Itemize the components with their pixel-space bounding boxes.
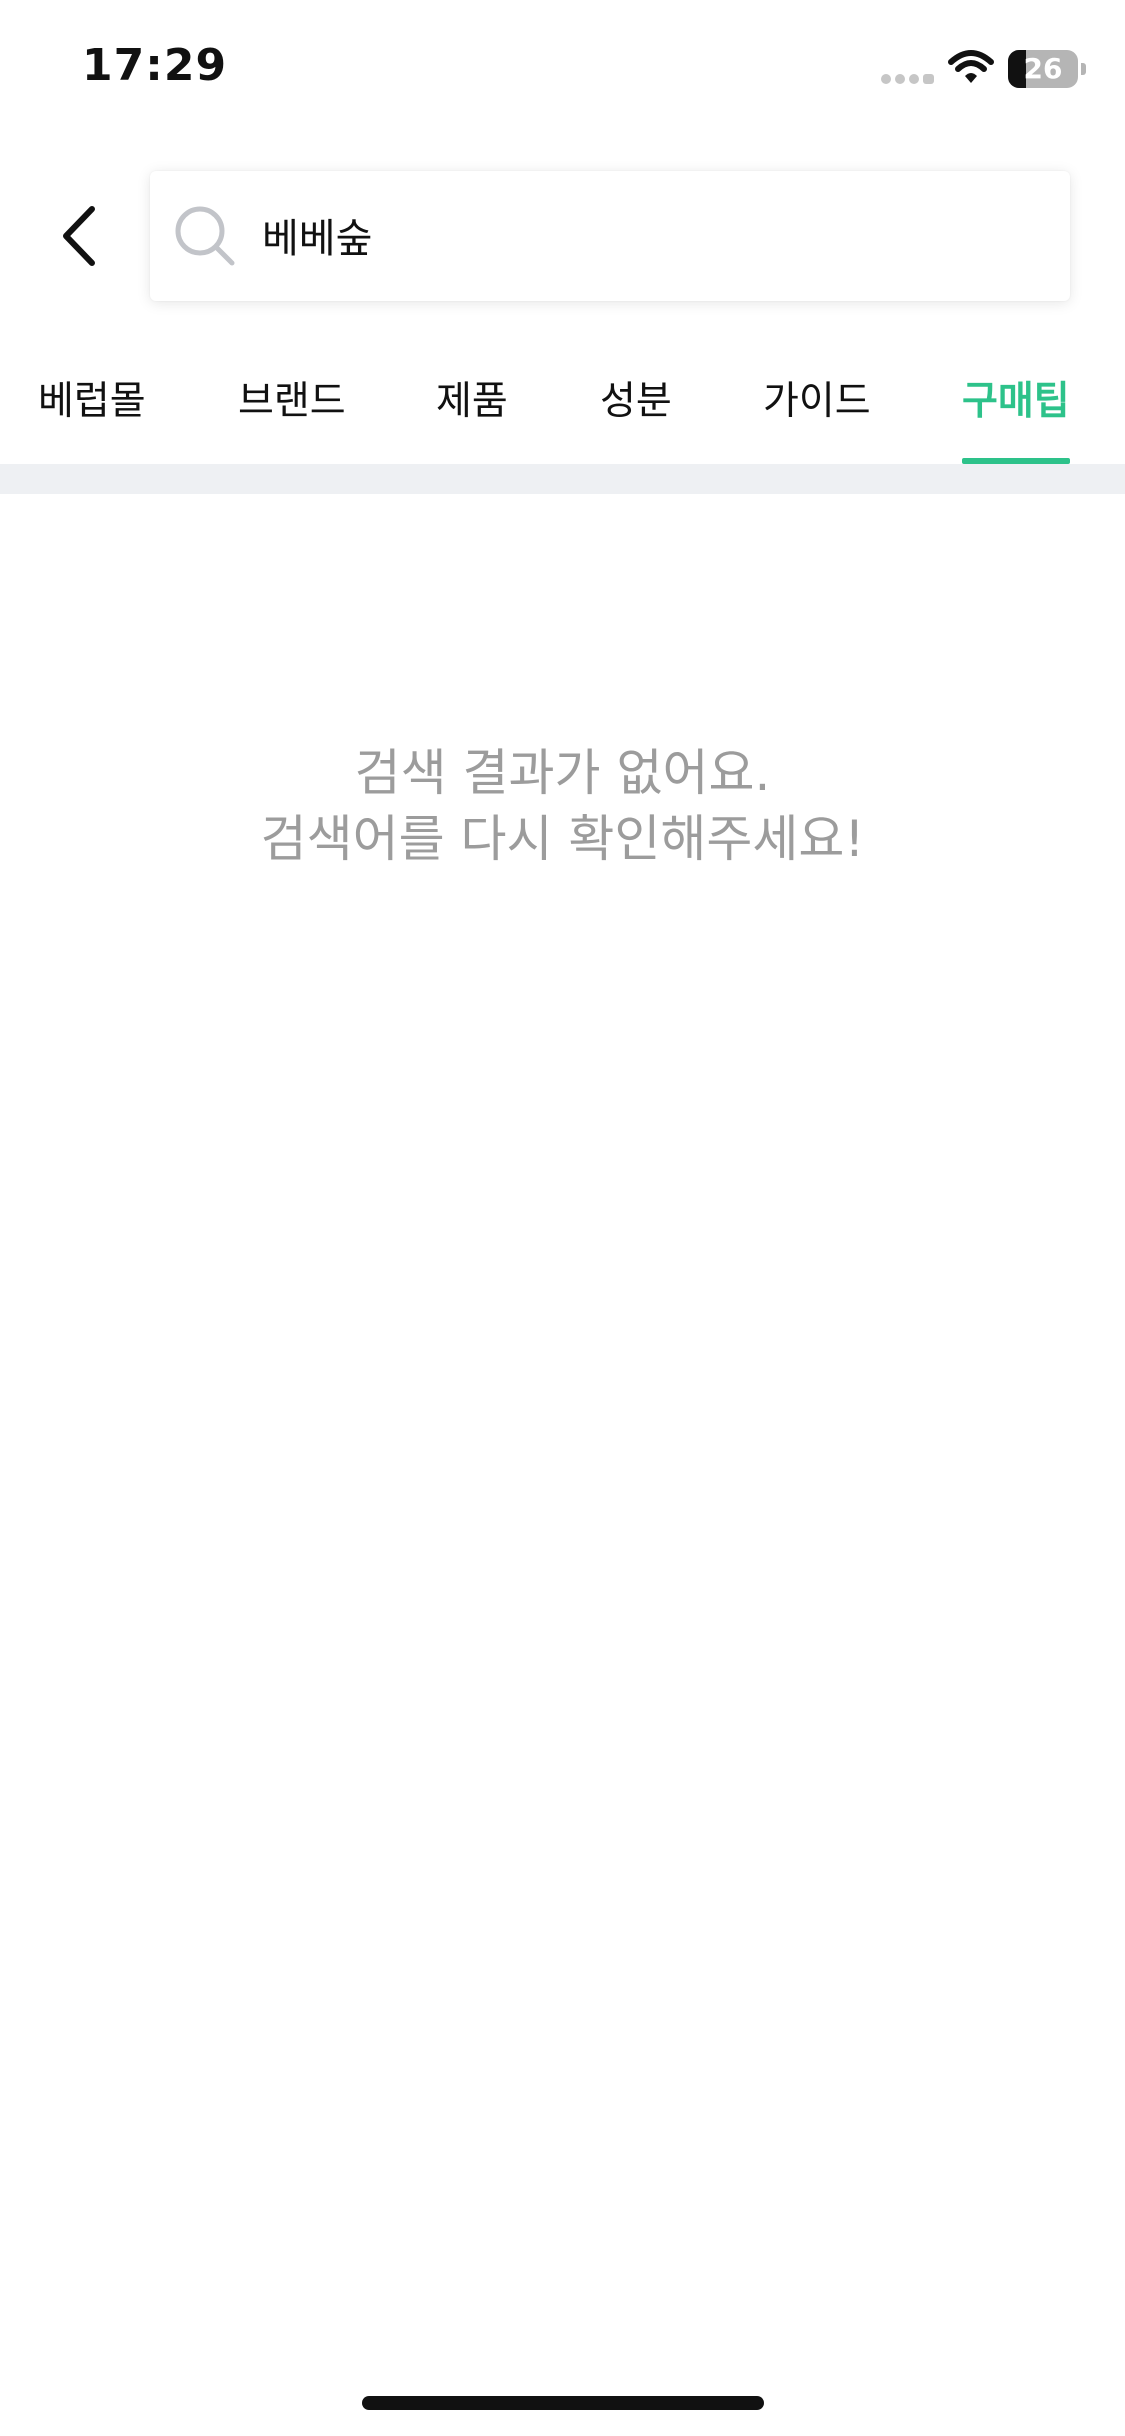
signal-icon: [881, 74, 934, 84]
empty-state-line-1: 검색 결과가 없어요.: [354, 744, 771, 802]
tab-bar: 베럽몰 브랜드 제품 성분 가이드 구매팁: [0, 360, 1125, 464]
battery-level: 26: [1023, 52, 1063, 85]
tab-berupmall[interactable]: 베럽몰: [38, 360, 146, 464]
empty-state-message: 검색 결과가 없어요. 검색어를 다시 확인해주세요!: [0, 740, 1125, 872]
empty-state-line-2: 검색어를 다시 확인해주세요!: [260, 810, 865, 868]
divider: [0, 464, 1125, 494]
tab-purchase-tip[interactable]: 구매팁: [962, 360, 1070, 464]
tab-brand[interactable]: 브랜드: [238, 360, 346, 464]
tab-ingredient[interactable]: 성분: [600, 360, 672, 464]
tab-product[interactable]: 제품: [436, 360, 508, 464]
chevron-left-icon: [63, 206, 95, 266]
tab-label: 제품: [436, 379, 508, 424]
tab-label: 브랜드: [238, 379, 346, 424]
search-box[interactable]: [150, 171, 1070, 301]
tab-label: 성분: [600, 379, 672, 424]
status-time: 17:29: [82, 40, 228, 91]
tab-guide[interactable]: 가이드: [763, 360, 871, 464]
tab-label: 베럽몰: [38, 379, 146, 424]
wifi-icon: [948, 50, 994, 83]
search-icon: [175, 206, 235, 266]
search-input[interactable]: [262, 199, 1042, 271]
status-bar: 17:29 26: [0, 0, 1125, 140]
tab-label: 구매팁: [962, 379, 1070, 424]
home-indicator[interactable]: [362, 2396, 764, 2410]
tab-label: 가이드: [763, 379, 871, 424]
battery-icon: 26: [1008, 50, 1086, 88]
back-button[interactable]: [40, 190, 120, 282]
